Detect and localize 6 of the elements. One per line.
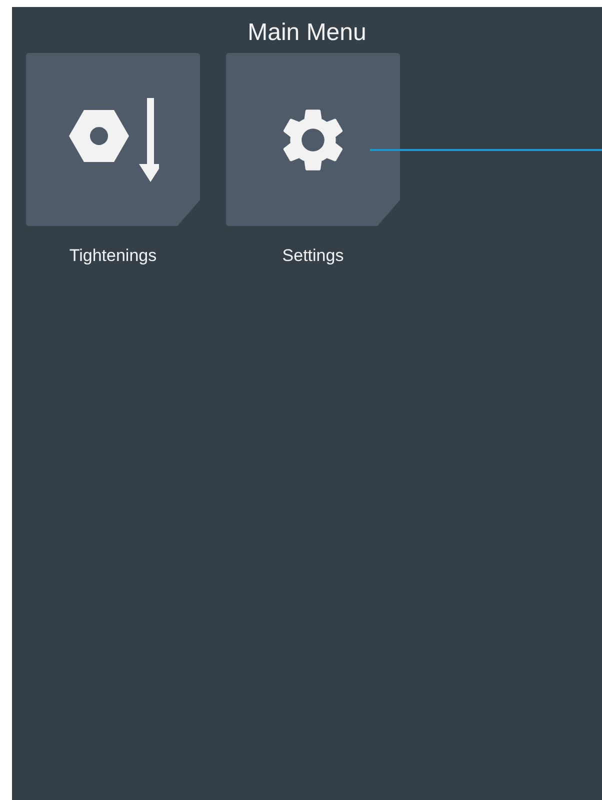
menu-tile[interactable] (226, 53, 400, 226)
menu-title: Main Menu (246, 18, 368, 48)
nut-arrow-icon (67, 98, 159, 182)
tile-label: Tightenings (69, 246, 157, 266)
tile-label: Settings (282, 246, 344, 266)
menu-tile[interactable] (26, 53, 200, 226)
